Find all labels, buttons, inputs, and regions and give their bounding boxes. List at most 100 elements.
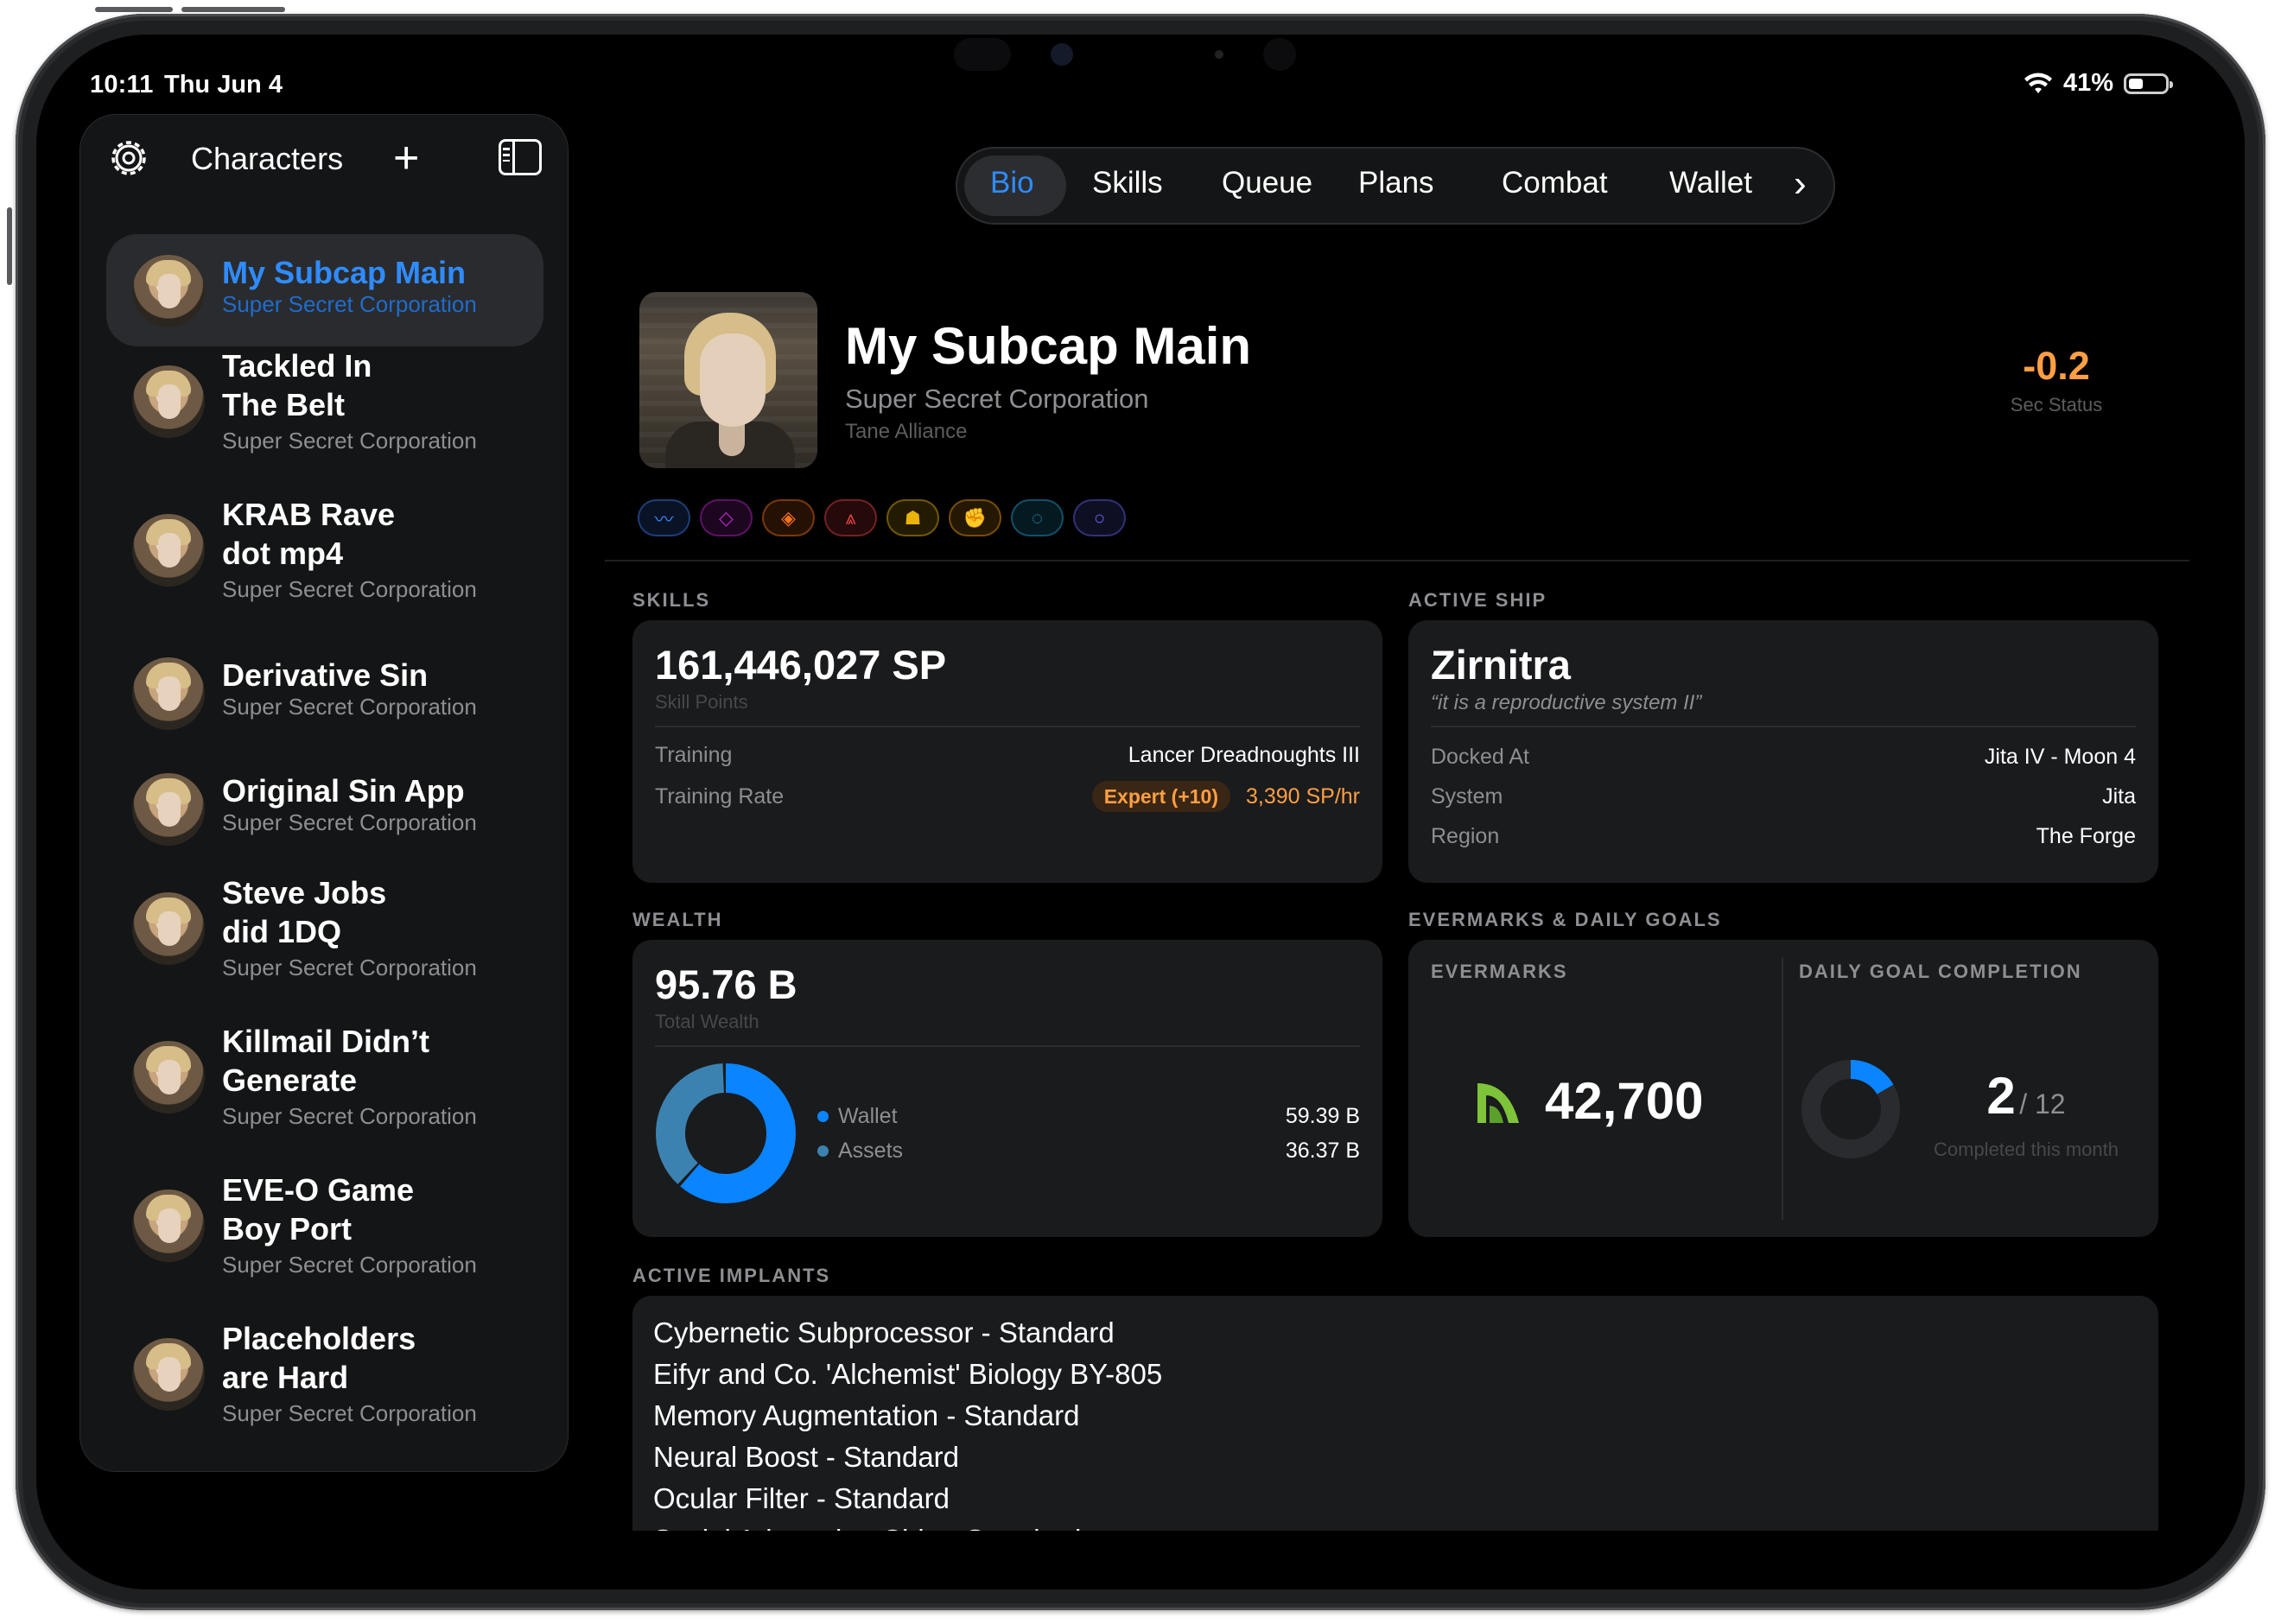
- character-row[interactable]: Killmail Didn’t Generate Super Secret Corp…: [106, 1017, 543, 1145]
- ship-nickname: “it is a reproductive system II”: [1431, 691, 1702, 714]
- alliance-name[interactable]: Tane Alliance: [845, 420, 967, 444]
- implants-section-label: ACTIVE IMPLANTS: [632, 1265, 831, 1286]
- total-wealth-label: Total Wealth: [655, 1011, 759, 1032]
- character-portrait[interactable]: [639, 292, 817, 468]
- helmet-icon[interactable]: ☗: [886, 499, 939, 536]
- character-corp: Super Secret Corporation: [222, 576, 477, 602]
- rank-chevrons-icon[interactable]: ⩓: [824, 499, 877, 536]
- skill-points-value: 161,446,027 SP: [655, 642, 947, 688]
- proximity-sensor: [1263, 38, 1296, 71]
- avatar: [132, 1041, 205, 1113]
- region-value: The Forge: [2036, 824, 2136, 848]
- header-divider: [605, 560, 2189, 561]
- avatar: [132, 657, 205, 730]
- region-label: Region: [1431, 824, 1500, 848]
- character-name-line: Steve Jobs: [222, 875, 387, 910]
- skills-divider: [655, 726, 1360, 727]
- docked-at-value: Jita IV - Moon 4: [1984, 745, 2136, 769]
- avatar: [132, 1189, 205, 1262]
- character-corp: Super Secret Corporation: [222, 955, 477, 980]
- goals-total: / 12: [2019, 1088, 2066, 1120]
- implants-card[interactable]: Cybernetic Subprocessor - Standard Eifyr …: [632, 1296, 2158, 1531]
- skills-card[interactable]: 161,446,027 SP Skill Points Training Lan…: [632, 620, 1382, 883]
- character-name-line: Boy Port: [222, 1211, 353, 1247]
- wifi-icon: [2024, 73, 2052, 93]
- power-button: [95, 7, 173, 12]
- character-name: My Subcap Main: [222, 255, 467, 290]
- volume-button-up: [181, 7, 285, 12]
- sidebar-toggle-icon[interactable]: [499, 139, 542, 175]
- avatar: [132, 514, 205, 587]
- character-row[interactable]: Derivative Sin Super Secret Corporation: [106, 637, 543, 747]
- avatar: [132, 1338, 205, 1411]
- wealth-donut-chart[interactable]: [651, 1059, 800, 1208]
- active-ship-card[interactable]: Zirnitra “it is a reproductive system II…: [1408, 620, 2158, 883]
- character-name-line: The Belt: [222, 387, 346, 422]
- volume-button-top: [7, 207, 12, 285]
- character-row[interactable]: Steve Jobs did 1DQ Super Secret Corporatio…: [106, 868, 543, 996]
- wallet-legend-dot: [817, 1111, 829, 1122]
- wealth-card[interactable]: 95.76 B Total Wealth Wallet 59.39 B Asse…: [632, 940, 1382, 1237]
- character-row[interactable]: Tackled In The Belt Super Secret Corporati…: [106, 341, 543, 469]
- light-sensor: [1215, 50, 1223, 59]
- tab-queue[interactable]: Queue: [1222, 166, 1312, 200]
- fist-icon[interactable]: ✊: [949, 499, 1001, 536]
- diamond-icon[interactable]: ◇: [700, 499, 753, 536]
- tab-combat[interactable]: Combat: [1502, 166, 1608, 200]
- battery-fill: [2129, 78, 2143, 89]
- character-name-line: Placeholders: [222, 1321, 416, 1356]
- shield-chevron-icon[interactable]: ◈: [762, 499, 815, 536]
- front-camera: [1051, 43, 1073, 66]
- daily-goal-ring-chart[interactable]: [1799, 1057, 1903, 1161]
- character-row[interactable]: Placeholders are Hard Super Secret Corpora…: [106, 1314, 543, 1442]
- docked-at-label: Docked At: [1431, 745, 1529, 769]
- chevron-right-icon[interactable]: ›: [1794, 162, 1807, 206]
- character-name: Killmail Didn’t Generate: [222, 1022, 429, 1100]
- assets-legend-dot: [817, 1145, 829, 1157]
- character-corp: Super Secret Corporation: [222, 694, 477, 720]
- tab-bio[interactable]: Bio: [990, 166, 1034, 200]
- gear-icon[interactable]: [106, 136, 151, 181]
- tab-wallet[interactable]: Wallet: [1669, 166, 1752, 200]
- add-character-button[interactable]: +: [393, 136, 419, 181]
- system-label: System: [1431, 784, 1503, 809]
- goal-completion-value: 2 / 12: [1909, 1066, 2143, 1126]
- avatar: [132, 255, 205, 327]
- character-row[interactable]: EVE-O Game Boy Port Super Secret Corporati…: [106, 1165, 543, 1293]
- character-row[interactable]: KRAB Rave dot mp4 Super Secret Corporation: [106, 490, 543, 618]
- character-row[interactable]: My Subcap Main Super Secret Corporation: [106, 234, 543, 346]
- character-name: My Subcap Main: [845, 317, 1252, 375]
- character-corp: Super Secret Corporation: [222, 809, 477, 835]
- implant-item: Eifyr and Co. 'Alchemist' Biology BY-805: [653, 1358, 1163, 1390]
- character-name: Placeholders are Hard: [222, 1319, 416, 1397]
- status-time: 10:11: [90, 71, 154, 98]
- assets-label: Assets: [838, 1139, 904, 1163]
- wealth-divider: [655, 1045, 1360, 1047]
- evermarks-label: EVERMARKS: [1431, 961, 1568, 982]
- skill-points-label: Skill Points: [655, 691, 748, 713]
- wealth-section-label: WEALTH: [632, 909, 723, 930]
- ring-dashed-icon[interactable]: ◌: [1011, 499, 1064, 536]
- training-rate-label: Training Rate: [655, 784, 785, 809]
- corporation-name[interactable]: Super Secret Corporation: [845, 384, 1149, 415]
- ship-divider: [1431, 726, 2136, 727]
- expert-badge: Expert (+10): [1091, 781, 1230, 812]
- character-name: EVE-O Game Boy Port: [222, 1170, 414, 1248]
- route-icon[interactable]: 〰: [638, 499, 690, 536]
- sidebar: Characters + My Subcap Main Super Secret …: [79, 114, 569, 1472]
- ship-name: Zirnitra: [1431, 642, 1571, 688]
- implant-item: Ocular Filter - Standard: [653, 1482, 950, 1514]
- ring-icon[interactable]: ○: [1073, 499, 1126, 536]
- character-name: Original Sin App: [222, 773, 465, 809]
- implant-item: Neural Boost - Standard: [653, 1441, 960, 1473]
- tab-plans[interactable]: Plans: [1358, 166, 1434, 200]
- character-corp: Super Secret Corporation: [222, 428, 477, 454]
- total-wealth-value: 95.76 B: [655, 961, 797, 1007]
- character-name-line: Killmail Didn’t: [222, 1024, 430, 1059]
- evermarks-card[interactable]: EVERMARKS 42,700 DAILY GOAL COMPLETION 2…: [1408, 940, 2158, 1237]
- tab-skills[interactable]: Skills: [1092, 166, 1163, 200]
- character-row[interactable]: Original Sin App Super Secret Corporation: [106, 752, 543, 863]
- training-label: Training: [655, 743, 733, 767]
- character-corp: Super Secret Corporation: [222, 1103, 477, 1129]
- sidebar-title: Characters: [191, 141, 344, 176]
